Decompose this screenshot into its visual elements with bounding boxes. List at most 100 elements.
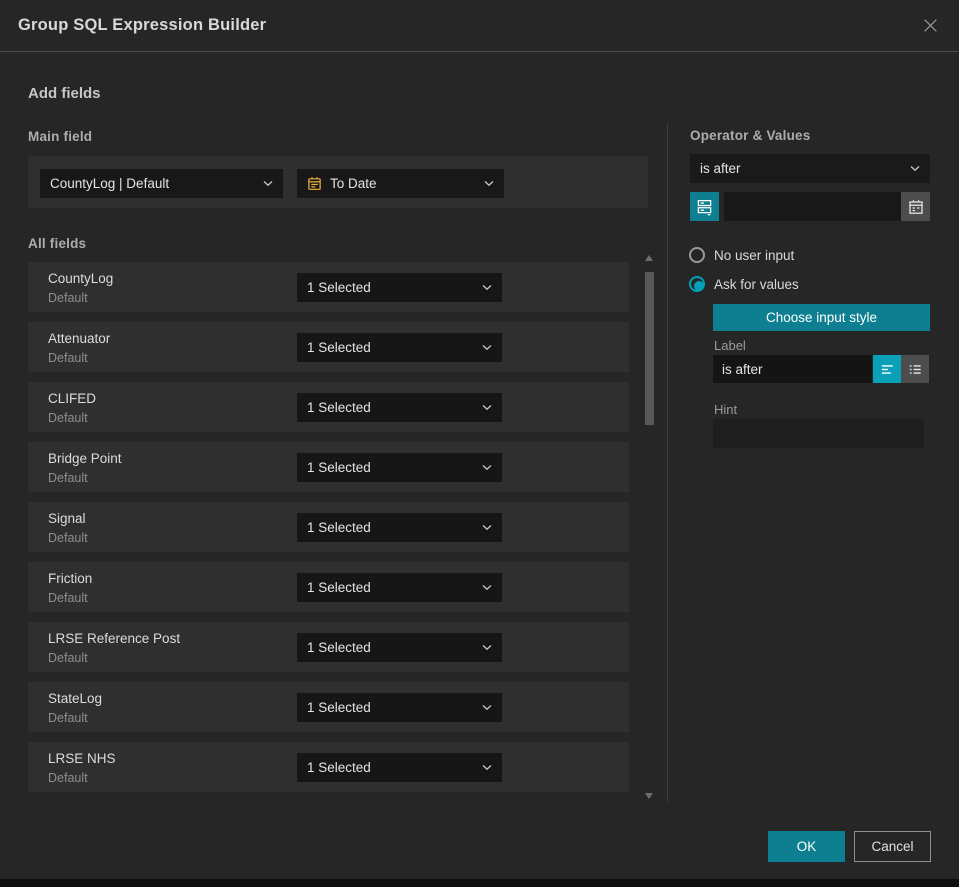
operator-dropdown-value: is after — [700, 161, 741, 176]
field-subtitle: Default — [48, 591, 88, 605]
dialog-title: Group SQL Expression Builder — [18, 16, 267, 34]
operator-values-heading: Operator & Values — [690, 128, 811, 143]
radio-circle-icon — [689, 247, 705, 263]
bullet-list-icon — [908, 362, 923, 377]
radio-circle-selected-icon — [689, 276, 705, 292]
main-field-label: Main field — [28, 129, 93, 144]
field-selected-dropdown[interactable]: 1 Selected — [297, 753, 502, 782]
selected-count: 1 Selected — [307, 400, 371, 415]
field-row: Attenuator Default 1 Selected — [28, 322, 629, 372]
field-subtitle: Default — [48, 351, 88, 365]
close-icon[interactable] — [919, 15, 941, 37]
field-row: CountyLog Default 1 Selected — [28, 262, 629, 312]
field-row: LRSE Reference Post Default 1 Selected — [28, 622, 629, 672]
field-selected-dropdown[interactable]: 1 Selected — [297, 393, 502, 422]
field-subtitle: Default — [48, 411, 88, 425]
field-subtitle: Default — [48, 771, 88, 785]
radio-label: No user input — [714, 247, 795, 263]
field-name: Friction — [48, 571, 93, 586]
calendar-icon — [908, 199, 924, 215]
field-row: Friction Default 1 Selected — [28, 562, 629, 612]
chevron-down-icon — [482, 284, 492, 291]
label-input[interactable] — [713, 355, 872, 383]
chevron-down-icon — [482, 404, 492, 411]
field-name: Signal — [48, 511, 86, 526]
label-field-caption: Label — [714, 338, 746, 353]
field-subtitle: Default — [48, 531, 88, 545]
field-name: StateLog — [48, 691, 103, 706]
chevron-down-icon — [482, 644, 492, 651]
field-row: Bridge Point Default 1 Selected — [28, 442, 629, 492]
chevron-down-icon — [482, 584, 492, 591]
scroll-down-arrow-icon[interactable] — [645, 793, 653, 799]
date-picker-button[interactable] — [901, 192, 930, 221]
vertical-divider — [667, 124, 668, 802]
cancel-button[interactable]: Cancel — [854, 831, 931, 862]
field-selected-dropdown[interactable]: 1 Selected — [297, 273, 502, 302]
input-fields-icon — [696, 198, 713, 216]
chevron-down-icon — [482, 704, 492, 711]
selected-count: 1 Selected — [307, 460, 371, 475]
operator-dropdown[interactable]: is after — [690, 154, 930, 183]
radio-label: Ask for values — [714, 276, 799, 292]
value-date-input[interactable] — [724, 192, 901, 221]
chevron-down-icon — [482, 524, 492, 531]
single-line-style-toggle[interactable] — [873, 355, 901, 383]
selected-count: 1 Selected — [307, 340, 371, 355]
main-field-dropdown[interactable]: CountyLog | Default — [40, 169, 283, 198]
group-sql-expression-builder-dialog: Group SQL Expression Builder Add fields … — [0, 0, 959, 879]
field-name: LRSE NHS — [48, 751, 116, 766]
choose-input-style-button[interactable]: Choose input style — [713, 304, 930, 331]
chevron-down-icon — [482, 344, 492, 351]
chevron-down-icon — [910, 165, 920, 172]
field-name: LRSE Reference Post — [48, 631, 181, 646]
scrollbar-thumb[interactable] — [645, 272, 654, 425]
chevron-down-icon — [484, 180, 494, 187]
field-selected-dropdown[interactable]: 1 Selected — [297, 333, 502, 362]
selected-count: 1 Selected — [307, 700, 371, 715]
selected-count: 1 Selected — [307, 640, 371, 655]
all-fields-label: All fields — [28, 236, 87, 251]
chevron-down-icon — [482, 464, 492, 471]
dialog-titlebar: Group SQL Expression Builder — [0, 0, 959, 52]
main-field-dropdown-value: CountyLog | Default — [50, 176, 170, 191]
selected-count: 1 Selected — [307, 280, 371, 295]
calendar-icon — [307, 176, 322, 191]
add-fields-heading: Add fields — [28, 85, 101, 102]
field-name: CLIFED — [48, 391, 97, 406]
field-name: CountyLog — [48, 271, 114, 286]
field-selected-dropdown[interactable]: 1 Selected — [297, 513, 502, 542]
field-row: LRSE NHS Default 1 Selected — [28, 742, 629, 792]
field-selected-dropdown[interactable]: 1 Selected — [297, 693, 502, 722]
align-left-icon — [880, 362, 895, 377]
main-field-panel: CountyLog | Default To Date — [28, 156, 648, 208]
selected-count: 1 Selected — [307, 580, 371, 595]
field-subtitle: Default — [48, 291, 88, 305]
field-row: Signal Default 1 Selected — [28, 502, 629, 552]
field-selected-dropdown[interactable]: 1 Selected — [297, 573, 502, 602]
radio-no-user-input[interactable]: No user input — [689, 246, 794, 264]
scrollbar[interactable] — [644, 253, 655, 801]
field-subtitle: Default — [48, 651, 88, 665]
selected-count: 1 Selected — [307, 760, 371, 775]
field-row: CLIFED Default 1 Selected — [28, 382, 629, 432]
field-selected-dropdown[interactable]: 1 Selected — [297, 633, 502, 662]
scroll-up-arrow-icon[interactable] — [645, 255, 653, 261]
radio-ask-for-values[interactable]: Ask for values — [689, 275, 799, 293]
value-input-type-button[interactable] — [690, 192, 719, 221]
list-style-toggle[interactable] — [901, 355, 929, 383]
field-subtitle: Default — [48, 711, 88, 725]
field-row: StateLog Default 1 Selected — [28, 682, 629, 732]
ok-button[interactable]: OK — [768, 831, 845, 862]
field-name: Bridge Point — [48, 451, 122, 466]
field-subtitle: Default — [48, 471, 88, 485]
hint-field-caption: Hint — [714, 402, 738, 417]
selected-count: 1 Selected — [307, 520, 371, 535]
chevron-down-icon — [482, 764, 492, 771]
hint-input[interactable] — [713, 419, 924, 448]
date-mode-dropdown-value: To Date — [330, 176, 377, 191]
chevron-down-icon — [263, 180, 273, 187]
field-name: Attenuator — [48, 331, 111, 346]
field-selected-dropdown[interactable]: 1 Selected — [297, 453, 502, 482]
date-mode-dropdown[interactable]: To Date — [297, 169, 504, 198]
